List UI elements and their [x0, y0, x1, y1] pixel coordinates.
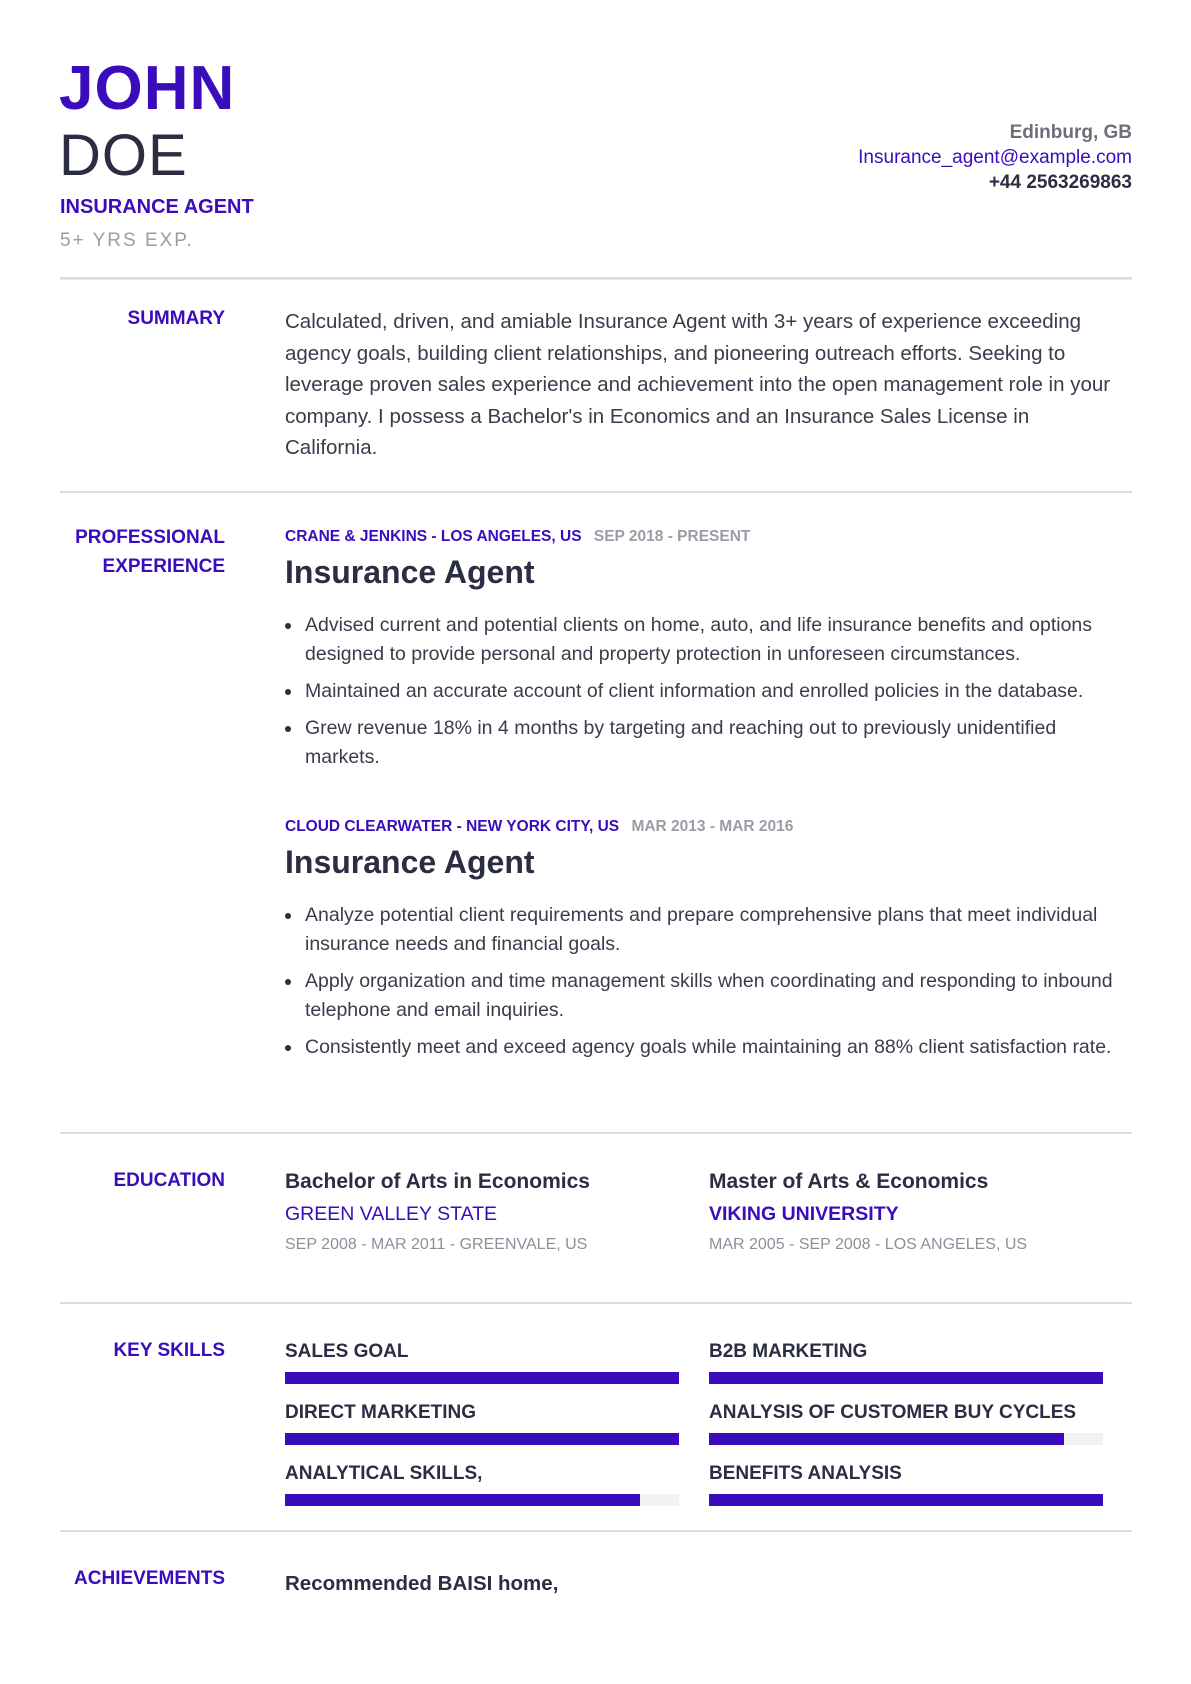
skill-bar-track: [709, 1433, 1103, 1445]
header-divider: [60, 277, 1132, 280]
education-degree: Bachelor of Arts in Economics: [285, 1170, 590, 1193]
bullet-text: Grew revenue 18% in 4 months by targetin…: [305, 717, 1057, 768]
bullet-icon: [285, 1045, 291, 1051]
job-position: Insurance Agent: [285, 844, 535, 880]
bullet-text: Advised current and potential clients on…: [305, 614, 1093, 665]
skill-name: B2B MARKETING: [709, 1341, 868, 1362]
education-item: Bachelor of Arts in Economics GREEN VALL…: [285, 1168, 685, 1254]
skill-name: DIRECT MARKETING: [285, 1402, 477, 1423]
job-company: CLOUD CLEARWATER - NEW YORK CITY, US: [285, 818, 620, 835]
job-entry: CLOUD CLEARWATER - NEW YORK CITY, US MAR…: [285, 817, 1135, 1070]
section-divider: [60, 491, 1132, 493]
bullet-text: Maintained an accurate account of client…: [305, 680, 1084, 702]
job-title: INSURANCE AGENT: [60, 196, 254, 218]
skill-item: BENEFITS ANALYSIS: [709, 1462, 1103, 1506]
education-item: Master of Arts & Economics VIKING UNIVER…: [709, 1168, 1109, 1254]
skill-bar-track: [709, 1372, 1103, 1384]
skill-bar-fill: [285, 1433, 679, 1445]
skills-label: KEY SKILLS: [113, 1340, 225, 1361]
skill-bar-track: [285, 1372, 679, 1384]
section-divider: [60, 1302, 1132, 1304]
education-school: GREEN VALLEY STATE: [285, 1203, 498, 1225]
skill-name: BENEFITS ANALYSIS: [709, 1463, 902, 1484]
bullet-icon: [285, 623, 291, 629]
bullet-text: Analyze potential client requirements an…: [305, 904, 1098, 955]
summary-text: Calculated, driven, and amiable Insuranc…: [285, 310, 1111, 459]
job-bullets: Advised current and potential clients on…: [285, 611, 1135, 772]
bullet-icon: [285, 726, 291, 732]
job-bullet: Maintained an accurate account of client…: [285, 677, 1135, 706]
skill-bar-fill: [709, 1494, 1103, 1506]
skill-item: SALES GOAL: [285, 1340, 679, 1384]
job-entry: CRANE & JENKINS - LOS ANGELES, US SEP 20…: [285, 527, 1135, 780]
skill-bar-fill: [709, 1372, 1103, 1384]
skill-bar-track: [709, 1494, 1103, 1506]
job-dates: MAR 2013 - MAR 2016: [631, 818, 794, 835]
achievement-item: Recommended BAISI home,: [285, 1572, 559, 1595]
section-divider: [60, 1132, 1132, 1134]
job-bullet: Apply organization and time management s…: [285, 967, 1135, 1025]
years-experience: 5+ YRS EXP.: [60, 230, 194, 251]
last-name: DOE: [59, 123, 188, 188]
location: Edinburg, GB: [1009, 122, 1132, 143]
job-position: Insurance Agent: [285, 554, 535, 590]
bullet-icon: [285, 913, 291, 919]
skill-name: SALES GOAL: [285, 1341, 409, 1362]
skill-bar-track: [285, 1494, 679, 1506]
phone-number: +44 2563269863: [988, 172, 1132, 193]
education-school: VIKING UNIVERSITY: [709, 1203, 899, 1225]
job-bullet: Analyze potential client requirements an…: [285, 901, 1135, 959]
job-dates: SEP 2018 - PRESENT: [593, 528, 751, 545]
bullet-text: Consistently meet and exceed agency goal…: [305, 1036, 1112, 1058]
skill-bar-fill: [709, 1433, 1064, 1445]
experience-label-line2: EXPERIENCE: [102, 556, 225, 577]
summary-label: SUMMARY: [127, 308, 225, 329]
job-meta: CRANE & JENKINS - LOS ANGELES, US SEP 20…: [285, 527, 1135, 547]
skill-bar-fill: [285, 1494, 640, 1506]
education-label: EDUCATION: [113, 1170, 225, 1191]
contact-block: Edinburg, GB Insurance_agent@example.com…: [858, 120, 1132, 195]
bullet-text: Apply organization and time management s…: [305, 970, 1113, 1021]
experience-label-line1: PROFESSIONAL: [75, 527, 225, 548]
first-name: JOHN: [59, 54, 236, 123]
job-meta: CLOUD CLEARWATER - NEW YORK CITY, US MAR…: [285, 817, 1135, 837]
skill-name: ANALYTICAL SKILLS,: [285, 1463, 483, 1484]
skill-item: DIRECT MARKETING: [285, 1401, 679, 1445]
bullet-icon: [285, 689, 291, 695]
skill-item: ANALYTICAL SKILLS,: [285, 1462, 679, 1506]
achievements-label: ACHIEVEMENTS: [74, 1568, 225, 1589]
education-degree: Master of Arts & Economics: [709, 1170, 989, 1193]
job-bullets: Analyze potential client requirements an…: [285, 901, 1135, 1062]
skill-item: B2B MARKETING: [709, 1340, 1103, 1384]
skill-bar-track: [285, 1433, 679, 1445]
bullet-icon: [285, 979, 291, 985]
email-link[interactable]: Insurance_agent@example.com: [858, 145, 1132, 170]
skill-item: ANALYSIS OF CUSTOMER BUY CYCLES: [709, 1401, 1103, 1445]
job-bullet: Grew revenue 18% in 4 months by targetin…: [285, 714, 1135, 772]
job-bullet: Advised current and potential clients on…: [285, 611, 1135, 669]
education-meta: MAR 2005 - SEP 2008 - LOS ANGELES, US: [709, 1236, 1028, 1253]
skill-bar-fill: [285, 1372, 679, 1384]
job-company: CRANE & JENKINS - LOS ANGELES, US: [285, 528, 582, 545]
section-divider: [60, 1530, 1132, 1532]
education-meta: SEP 2008 - MAR 2011 - GREENVALE, US: [285, 1236, 588, 1253]
experience-label: PROFESSIONAL EXPERIENCE: [60, 523, 225, 581]
job-bullet: Consistently meet and exceed agency goal…: [285, 1033, 1135, 1062]
resume-page: JOHN DOE INSURANCE AGENT 5+ YRS EXP. Edi…: [0, 0, 1191, 1684]
skill-name: ANALYSIS OF CUSTOMER BUY CYCLES: [709, 1402, 1077, 1423]
